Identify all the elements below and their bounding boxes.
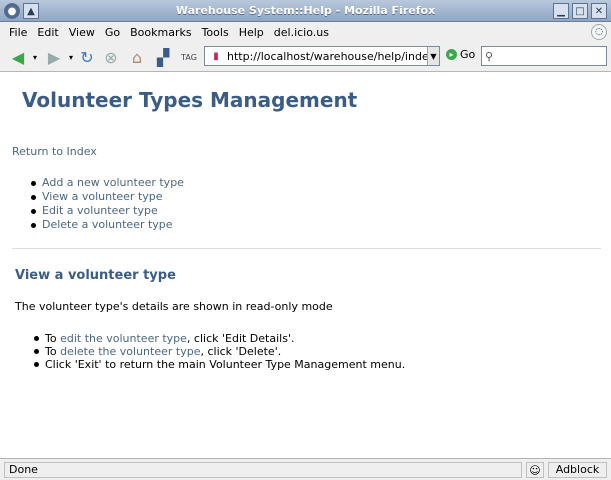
maximize-icon[interactable]: □ bbox=[572, 3, 588, 19]
menu-edit[interactable]: Edit bbox=[32, 26, 63, 39]
menu-delicious[interactable]: del.icio.us bbox=[269, 26, 334, 39]
reload-icon[interactable]: ↻ bbox=[76, 46, 98, 68]
menu-go[interactable]: Go bbox=[100, 26, 125, 39]
edit-volunteer-type-link[interactable]: edit the volunteer type bbox=[60, 332, 187, 345]
page-title: Volunteer Types Management bbox=[22, 88, 358, 112]
status-text: Done bbox=[4, 462, 522, 478]
security-icon[interactable]: ☺ bbox=[526, 462, 544, 478]
forward-dropdown-icon[interactable]: ▾ bbox=[66, 46, 76, 68]
divider bbox=[12, 248, 601, 249]
menu-view[interactable]: View bbox=[64, 26, 100, 39]
back-icon[interactable]: ◀ bbox=[6, 46, 30, 68]
menu-tools[interactable]: Tools bbox=[197, 26, 234, 39]
window-title: Warehouse System::Help - Mozilla Firefox bbox=[175, 4, 436, 17]
search-icon: ⚲ bbox=[485, 49, 494, 63]
return-to-index-link[interactable]: Return to Index bbox=[12, 145, 97, 158]
go-button[interactable]: ▸ Go bbox=[446, 48, 475, 61]
instruction-text: To bbox=[45, 332, 61, 345]
throbber-icon: ◌ bbox=[591, 24, 607, 40]
instruction-text: To bbox=[45, 345, 61, 358]
stop-icon[interactable]: ⊗ bbox=[100, 46, 122, 68]
close-icon[interactable]: ✕ bbox=[591, 3, 607, 19]
instruction-text: , click 'Edit Details'. bbox=[186, 332, 295, 345]
topic-view-link[interactable]: View a volunteer type bbox=[30, 190, 184, 204]
menu-file[interactable]: File bbox=[4, 26, 32, 39]
go-label: Go bbox=[460, 48, 476, 61]
instruction-edit: To edit the volunteer type, click 'Edit … bbox=[33, 332, 405, 345]
home-icon[interactable]: ⌂ bbox=[126, 46, 148, 68]
topic-delete-link[interactable]: Delete a volunteer type bbox=[30, 218, 184, 232]
page-content: Volunteer Types Management Return to Ind… bbox=[0, 72, 611, 458]
url-dropdown-icon[interactable]: ▼ bbox=[427, 47, 439, 65]
title-bar: ● ▲ Warehouse System::Help - Mozilla Fir… bbox=[0, 0, 611, 22]
instruction-delete: To delete the volunteer type, click 'Del… bbox=[33, 345, 405, 358]
topic-add-link[interactable]: Add a new volunteer type bbox=[30, 176, 184, 190]
bookmark-manager-icon[interactable]: ▞ bbox=[152, 46, 174, 68]
window-controls: ▁ □ ✕ bbox=[553, 3, 607, 19]
adblock-button[interactable]: Adblock bbox=[548, 462, 607, 478]
status-bar: Done ☺ Adblock bbox=[0, 458, 611, 480]
page-favicon-icon: ▮ bbox=[213, 50, 219, 62]
menu-bookmarks[interactable]: Bookmarks bbox=[125, 26, 196, 39]
section-description: The volunteer type's details are shown i… bbox=[15, 300, 333, 313]
menu-bar: File Edit View Go Bookmarks Tools Help d… bbox=[0, 22, 611, 42]
forward-icon[interactable]: ▶ bbox=[42, 46, 66, 68]
instruction-list: To edit the volunteer type, click 'Edit … bbox=[33, 332, 405, 371]
search-input[interactable]: ⚲ bbox=[481, 46, 607, 66]
go-icon: ▸ bbox=[446, 49, 457, 60]
instruction-text: , click 'Delete'. bbox=[200, 345, 282, 358]
back-dropdown-icon[interactable]: ▾ bbox=[30, 46, 40, 68]
help-topic-list: Add a new volunteer type View a voluntee… bbox=[30, 176, 184, 232]
topic-edit-link[interactable]: Edit a volunteer type bbox=[30, 204, 184, 218]
minimize-icon[interactable]: ▁ bbox=[553, 3, 569, 19]
instruction-exit: Click 'Exit' to return the main Voluntee… bbox=[33, 358, 405, 371]
menu-help[interactable]: Help bbox=[234, 26, 269, 39]
url-bar[interactable]: ▮ http://localhost/warehouse/help/index.… bbox=[204, 46, 440, 66]
delete-volunteer-type-link[interactable]: delete the volunteer type bbox=[60, 345, 200, 358]
url-text[interactable]: http://localhost/warehouse/help/index.ph… bbox=[227, 50, 427, 63]
bookmark-tag-icon[interactable]: TAG bbox=[178, 46, 200, 68]
section-title: View a volunteer type bbox=[15, 268, 176, 283]
